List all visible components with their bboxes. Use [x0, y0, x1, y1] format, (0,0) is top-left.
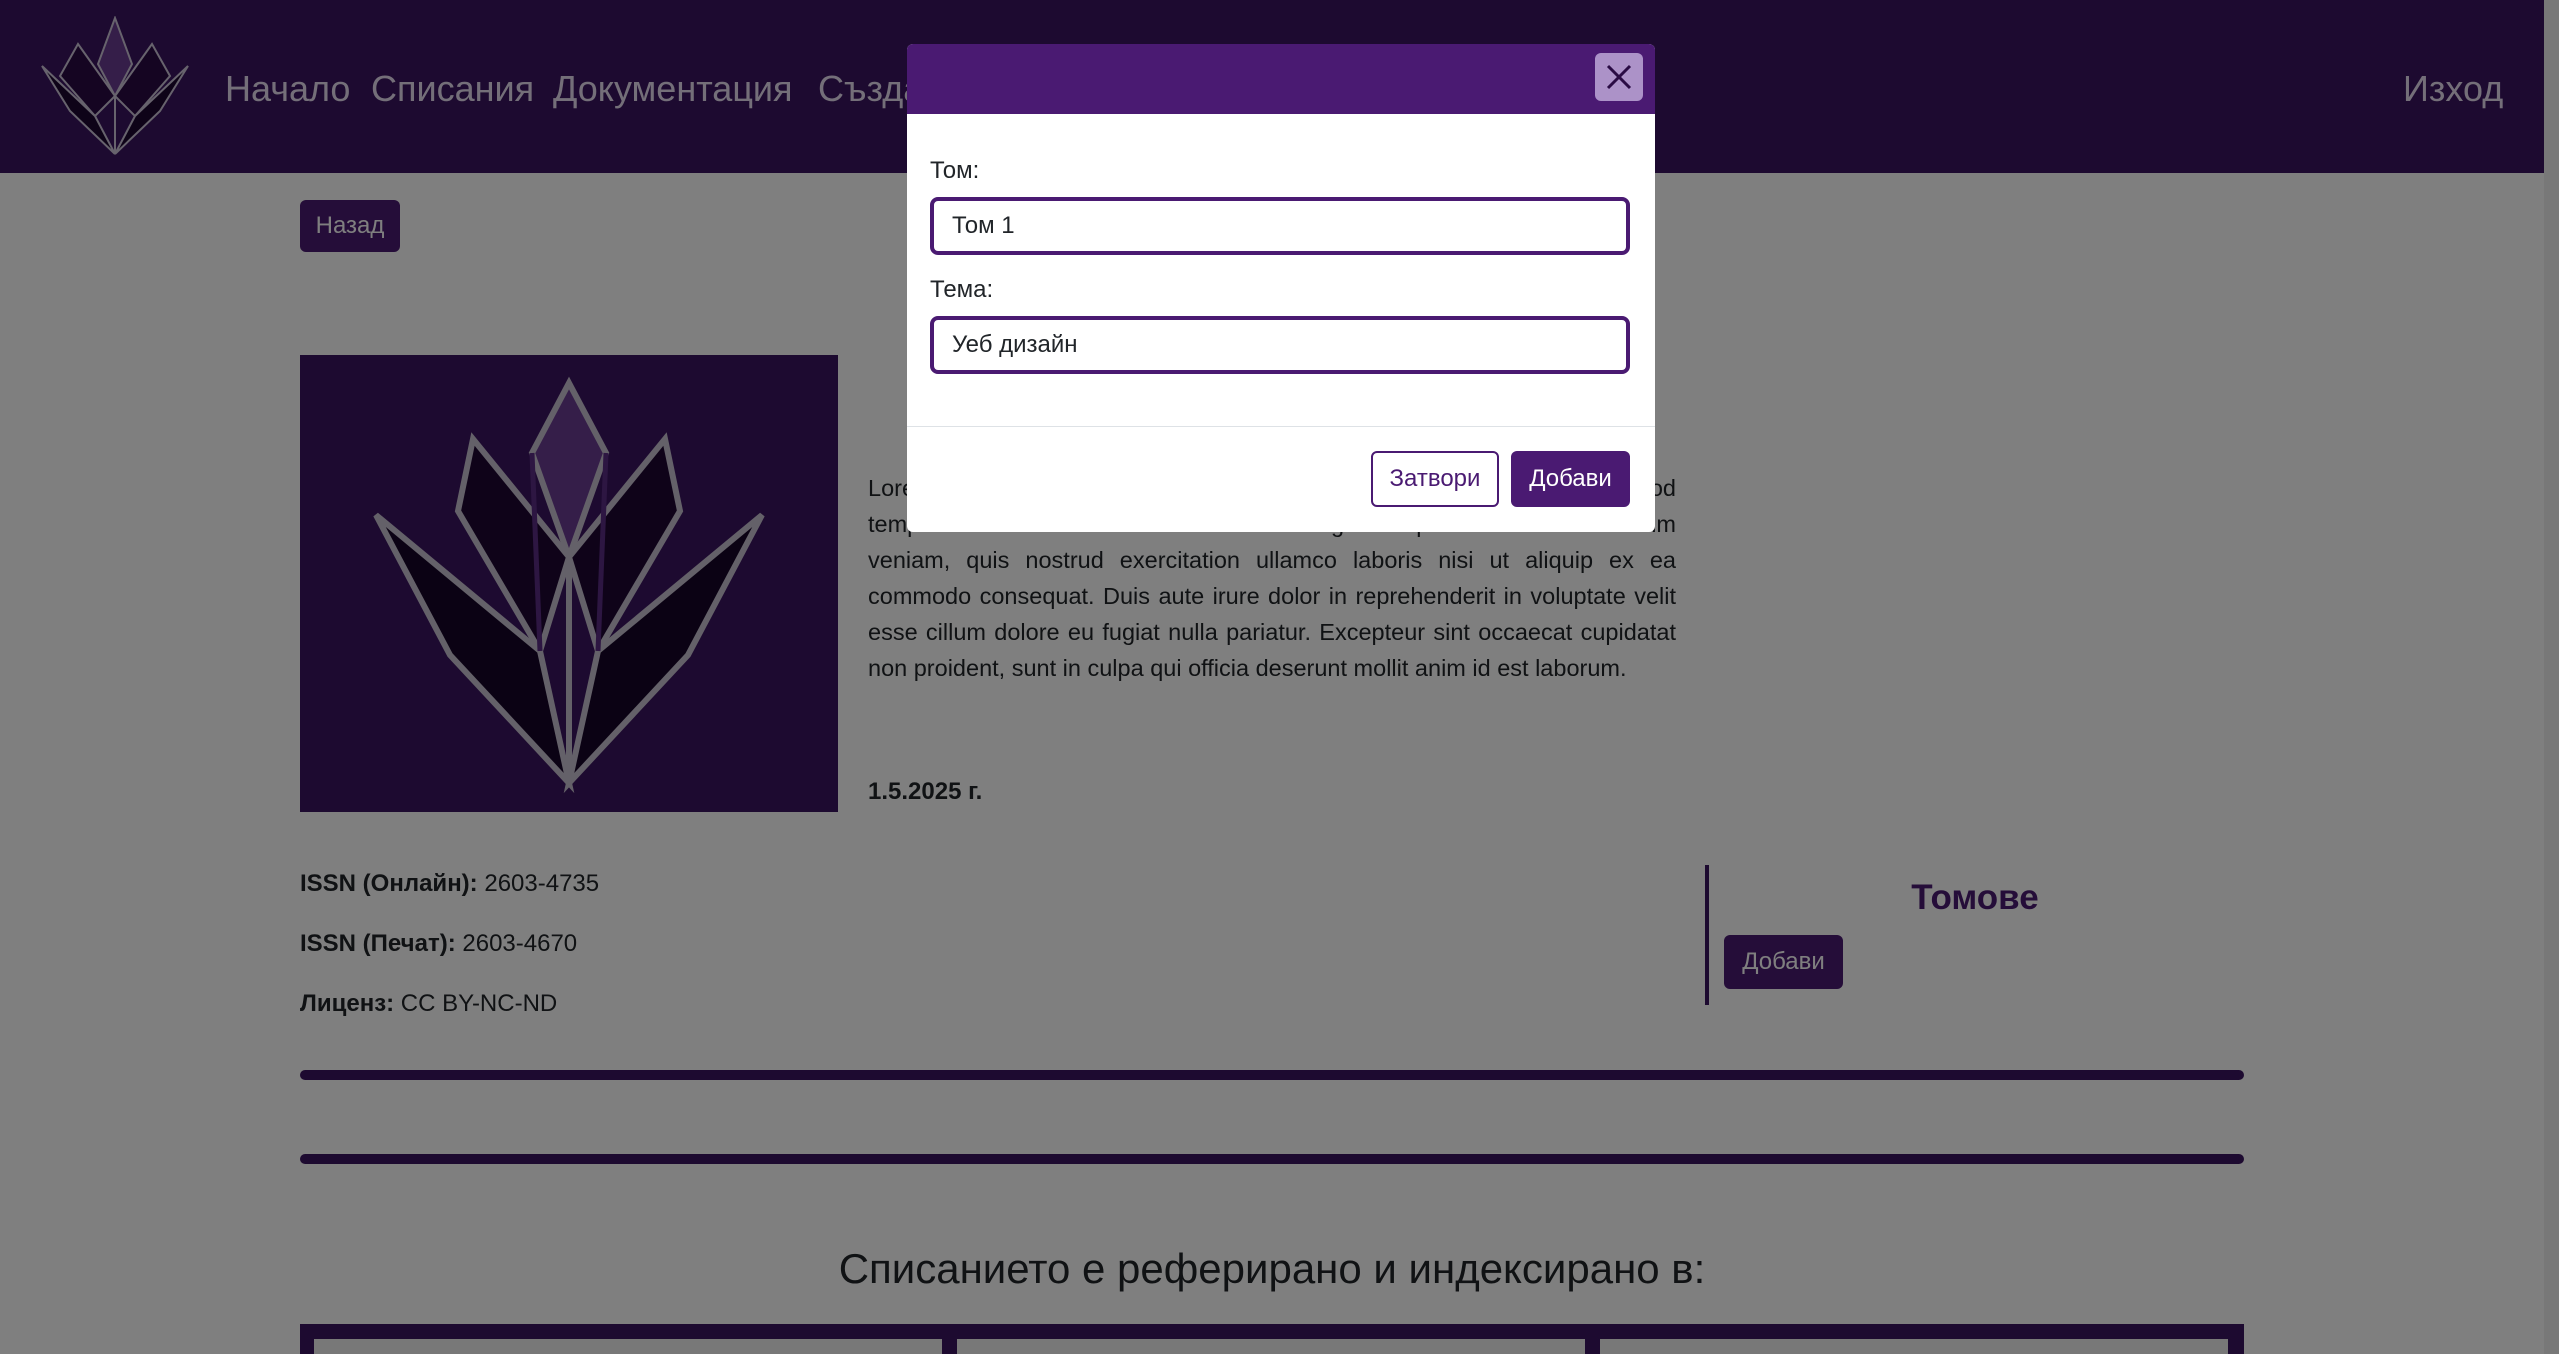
add-volume-modal: Том: Тема: Затвори Добави — [907, 44, 1655, 532]
modal-close-button[interactable] — [1595, 53, 1643, 101]
close-icon — [1606, 64, 1632, 90]
topic-label: Тема: — [930, 276, 994, 303]
modal-footer-divider — [907, 426, 1655, 427]
modal-cancel-button[interactable]: Затвори — [1371, 451, 1499, 507]
modal-add-button[interactable]: Добави — [1511, 451, 1630, 507]
volume-label: Том: — [930, 157, 980, 184]
modal-header — [907, 44, 1655, 114]
volume-input[interactable] — [930, 197, 1630, 255]
topic-input[interactable] — [930, 316, 1630, 374]
